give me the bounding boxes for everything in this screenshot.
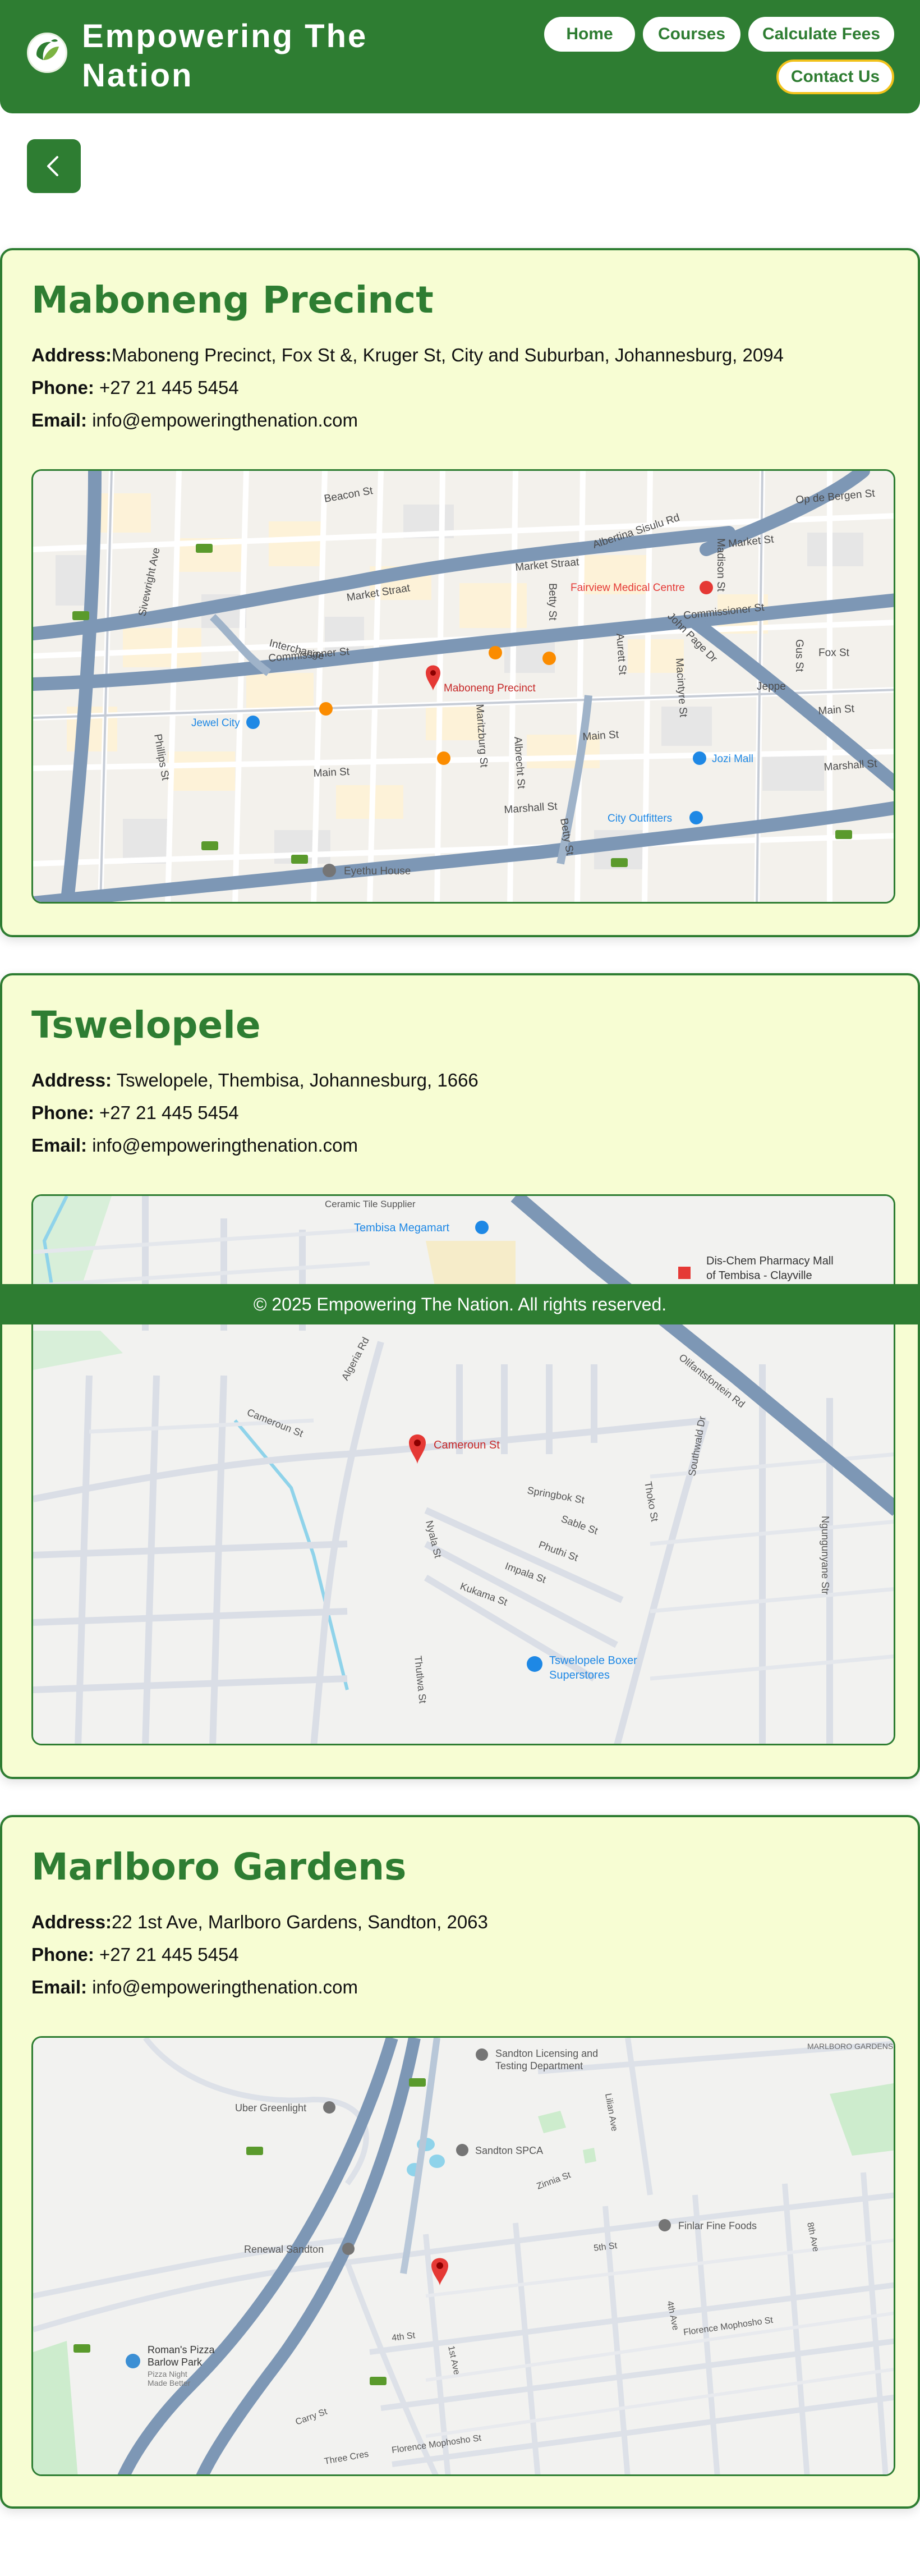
map-poi-label: Sandton Licensing and: [495, 2048, 598, 2059]
street-label: Main St: [313, 766, 350, 780]
map-poi-label: Ceramic Tile Supplier: [325, 1199, 416, 1209]
phone-value: +27 21 445 5454: [99, 1102, 239, 1123]
map-poi-label: Tembisa Megamart: [354, 1222, 450, 1234]
map-poi-label: Jozi Mall: [712, 753, 753, 765]
phone-label: Phone:: [31, 377, 94, 398]
location-card-maboneng: Maboneng Precinct Address:Maboneng Preci…: [0, 248, 920, 937]
map-poi-label: Dis-Chem Pharmacy Mall: [706, 1255, 834, 1267]
map-poi-label: Testing Department: [495, 2060, 583, 2071]
nav-home-button[interactable]: Home: [544, 17, 635, 52]
map-poi-label: Roman's Pizza: [148, 2344, 215, 2355]
address-value: 22 1st Ave, Marlboro Gardens, Sandton, 2…: [112, 1912, 488, 1932]
brand-title[interactable]: Empowering The Nation: [82, 17, 430, 95]
address-value: Tswelopele, Thembisa, Johannesburg, 1666: [116, 1070, 479, 1090]
map-poi-label: Jewel City: [191, 717, 240, 729]
phone-line: Phone: +27 21 445 5454: [31, 377, 239, 398]
email-label: Email:: [31, 410, 88, 430]
map-poi-label: Uber Greenlight: [235, 2102, 306, 2114]
location-title: Marlboro Gardens: [31, 1845, 407, 1889]
street-label: Fox St: [818, 647, 850, 659]
phone-value: +27 21 445 5454: [99, 1944, 239, 1965]
email-value: info@empoweringthenation.com: [92, 410, 358, 430]
map-poi-label: Barlow Park: [148, 2357, 203, 2368]
brand-line-2: Nation: [82, 57, 194, 94]
address-label: Address:: [31, 345, 112, 365]
email-label: Email:: [31, 1135, 88, 1156]
location-title: Tswelopele: [31, 1003, 261, 1047]
street-label: Ngungunyane Str: [820, 1516, 831, 1594]
map-embed[interactable]: Maboneng Precinct Fairview Medical Centr…: [31, 469, 895, 904]
phone-line: Phone: +27 21 445 5454: [31, 1944, 239, 1965]
email-value: info@empoweringthenation.com: [92, 1977, 358, 1997]
phone-value: +27 21 445 5454: [99, 377, 239, 398]
street-label: Betty St: [546, 583, 558, 621]
nav-contact-button[interactable]: Contact Us: [776, 59, 894, 94]
nav-calculate-fees-button[interactable]: Calculate Fees: [748, 17, 894, 52]
phone-label: Phone:: [31, 1944, 94, 1965]
map-canvas[interactable]: Cameroun St Tembisa Megamart Ceramic Til…: [33, 1196, 895, 1745]
logo-icon[interactable]: [27, 33, 67, 73]
email-line: Email: info@empoweringthenation.com: [31, 1977, 358, 1998]
map-poi-label: City Outfitters: [608, 813, 672, 824]
email-label: Email:: [31, 1977, 88, 1997]
street-label: Madison St: [715, 538, 726, 592]
map-area-label: MARLBORO GARDENS: [807, 2042, 893, 2051]
map-embed[interactable]: Sandton Licensing and Testing Department…: [31, 2036, 895, 2476]
nav-courses-button[interactable]: Courses: [643, 17, 740, 52]
address-label: Address:: [31, 1070, 112, 1090]
email-line: Email: info@empoweringthenation.com: [31, 410, 358, 431]
map-embed[interactable]: Cameroun St Tembisa Megamart Ceramic Til…: [31, 1194, 895, 1745]
chevron-left-icon: [47, 156, 58, 176]
email-line: Email: info@empoweringthenation.com: [31, 1135, 358, 1156]
address-label: Address:: [31, 1912, 112, 1932]
map-poi-label: Made Better: [148, 2378, 191, 2387]
site-footer: © 2025 Empowering The Nation. All rights…: [0, 1284, 920, 1324]
map-poi-label: Pizza Night: [148, 2369, 187, 2378]
map-pin-label: Maboneng Precinct: [444, 682, 536, 694]
map-canvas[interactable]: Sandton Licensing and Testing Department…: [33, 2038, 895, 2476]
phone-line: Phone: +27 21 445 5454: [31, 1102, 239, 1124]
location-card-marlboro: Marlboro Gardens Address:22 1st Ave, Mar…: [0, 1815, 920, 2509]
street-label: Jeppe: [757, 681, 786, 693]
map-poi-label: Superstores: [549, 1669, 610, 1681]
map-canvas[interactable]: Maboneng Precinct Fairview Medical Centr…: [33, 471, 895, 904]
location-title: Maboneng Precinct: [31, 278, 434, 322]
phone-label: Phone:: [31, 1102, 94, 1123]
address-value: Maboneng Precinct, Fox St &, Kruger St, …: [112, 345, 784, 365]
footer-copyright: © 2025 Empowering The Nation. All rights…: [253, 1294, 667, 1314]
address-line: Address:22 1st Ave, Marlboro Gardens, Sa…: [31, 1912, 488, 1933]
brand-line-1: Empowering The: [82, 18, 368, 54]
address-line: Address: Tswelopele, Thembisa, Johannesb…: [31, 1070, 479, 1091]
site-header: Empowering The Nation Home Courses Calcu…: [0, 0, 920, 113]
map-poi-label: Eyethu House: [344, 865, 411, 877]
map-poi-label: Fairview Medical Centre: [571, 582, 685, 594]
email-value: info@empoweringthenation.com: [92, 1135, 358, 1156]
map-poi-label: Tswelopele Boxer: [549, 1654, 637, 1667]
address-line: Address:Maboneng Precinct, Fox St &, Kru…: [31, 345, 784, 366]
map-pin-label: Cameroun St: [434, 1439, 500, 1451]
map-poi-label: of Tembisa - Clayville: [706, 1269, 812, 1282]
map-poi-label: Finlar Fine Foods: [678, 2220, 757, 2231]
map-poi-label: Sandton SPCA: [475, 2145, 543, 2156]
map-poi-label: Renewal Sandton: [244, 2244, 324, 2255]
street-label: Gus St: [793, 639, 805, 672]
back-button[interactable]: [27, 139, 81, 193]
location-card-tswelopele: Tswelopele Address: Tswelopele, Thembisa…: [0, 973, 920, 1779]
